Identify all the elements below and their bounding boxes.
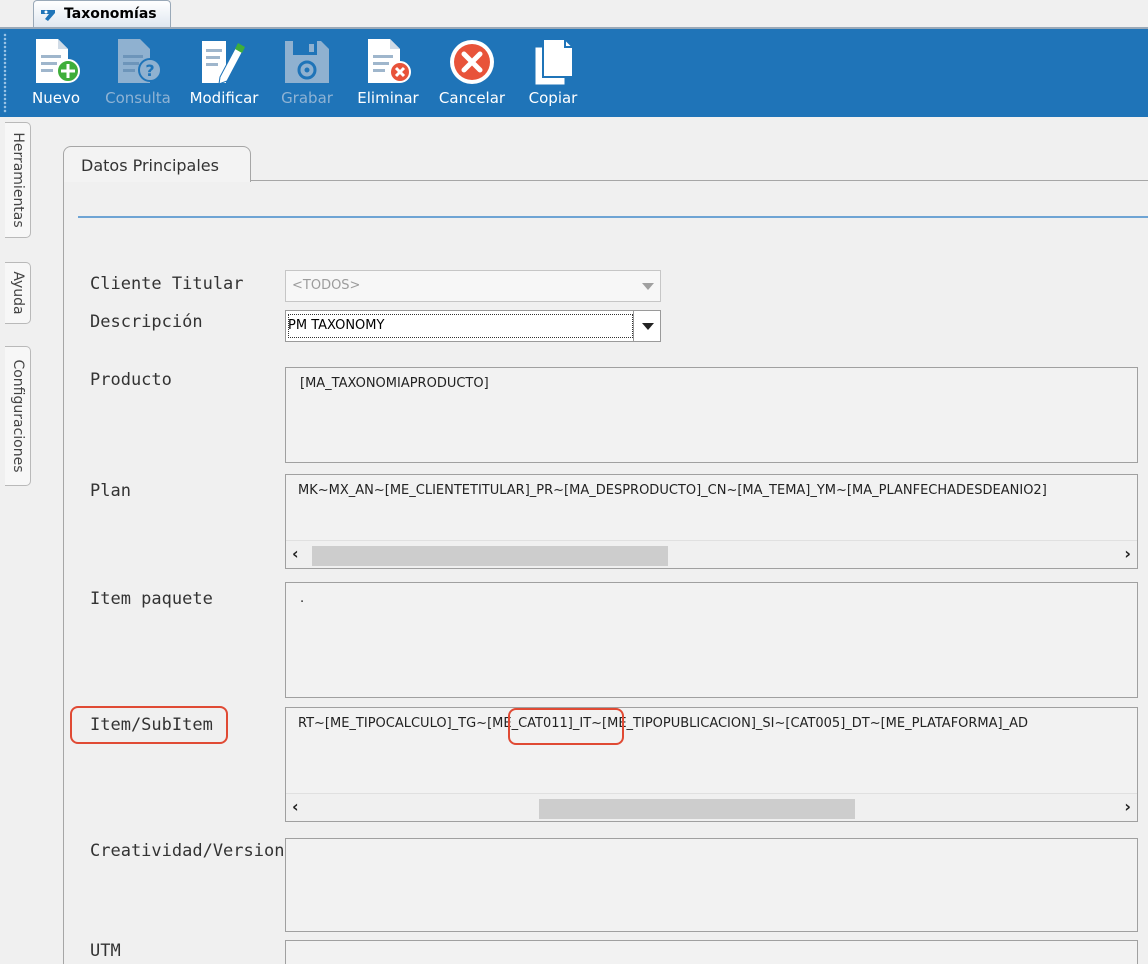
side-tab-settings-label: Configuraciones [9,359,26,473]
item-paquete-label: Item paquete [90,589,213,609]
plan-horizontal-scrollbar[interactable]: ‹ › [286,540,1137,568]
scroll-left-icon[interactable]: ‹ [292,797,299,816]
item-subitem-value: RT~[ME_TIPOCALCULO]_TG~[ME_CAT011]_IT~[M… [298,716,1028,731]
cancel-button[interactable]: Cancelar [435,29,509,117]
item-subitem-horizontal-scrollbar[interactable]: ‹ › [286,793,1137,821]
cliente-titular-dropdown-button[interactable] [634,271,660,301]
scroll-thumb[interactable] [312,546,668,566]
item-subitem-textarea[interactable]: RT~[ME_TIPOCALCULO]_TG~[ME_CAT011]_IT~[M… [285,707,1138,822]
new-button-label: Nuevo [31,89,80,107]
cliente-titular-label: Cliente Titular [90,274,244,294]
new-button[interactable]: Nuevo [27,29,85,117]
scroll-thumb[interactable] [539,799,855,819]
item-paquete-value: . [300,591,305,606]
side-tab-tools[interactable]: Herramientas [5,122,31,238]
query-document-icon: ? [118,39,162,83]
copy-icon [534,38,574,86]
item-subitem-label-highlight [70,706,228,744]
side-tab-help-label: Ayuda [9,271,26,315]
cliente-titular-value: <TODOS> [292,278,361,293]
chevron-down-icon [642,323,654,330]
scroll-right-icon[interactable]: › [1124,797,1131,816]
query-button-label: Consulta [105,89,171,107]
save-disk-icon [285,41,329,83]
plan-textarea[interactable]: MK~MX_AN~[ME_CLIENTETITULAR]_PR~[MA_DESP… [285,474,1138,569]
svg-text:?: ? [145,61,154,80]
plan-value: MK~MX_AN~[ME_CLIENTETITULAR]_PR~[MA_DESP… [298,483,1047,498]
descripcion-select[interactable]: PM TAXONOMY [285,310,661,342]
plan-label: Plan [90,481,131,501]
delete-button[interactable]: Eliminar [355,29,421,117]
modify-button-label: Modificar [189,89,259,107]
descripcion-dropdown-button[interactable] [633,311,660,341]
utm-textarea[interactable] [285,940,1138,964]
item-paquete-textarea[interactable]: . [285,582,1138,698]
item-subitem-value-part: _IT~[ME_TIPOPUBLICACION]_SI~[CAT005]_DT~… [572,716,1029,731]
modify-button[interactable]: Modificar [185,29,263,117]
delete-button-label: Eliminar [357,89,419,107]
cliente-titular-select[interactable]: <TODOS> [285,270,661,302]
edit-document-icon [202,41,246,85]
copy-button[interactable]: Copiar [523,29,583,117]
delete-document-icon [368,39,411,83]
tab-datos-principales[interactable]: Datos Principales [63,146,251,182]
producto-label: Producto [90,370,172,390]
toolbar: Nuevo ? Consulta Modificar Grabar Elimin… [0,29,1148,117]
descripcion-value: PM TAXONOMY [288,318,385,333]
query-button[interactable]: ? Consulta [101,29,175,117]
save-button[interactable]: Grabar [275,29,339,117]
side-tab-help[interactable]: Ayuda [5,262,31,324]
save-button-label: Grabar [281,89,333,107]
copy-button-label: Copiar [528,89,578,107]
creatividad-label: Creatividad/Version [90,841,285,861]
utm-label: UTM [90,941,121,961]
producto-value: [MA_TAXONOMIAPRODUCTO] [300,376,489,391]
side-tab-settings[interactable]: Configuraciones [5,346,31,486]
side-tab-tools-label: Herramientas [9,132,26,228]
item-subitem-value-part: RT~[ME_TIPOCALCULO]_TG~ [298,716,488,731]
toolbar-grip [3,33,7,113]
creatividad-textarea[interactable] [285,838,1138,932]
tab-datos-principales-label: Datos Principales [81,156,219,175]
scroll-right-icon[interactable]: › [1124,544,1131,563]
panel-separator [78,216,1148,218]
tab-join [64,180,250,182]
cat011-highlight [508,708,624,745]
descripcion-label: Descripción [90,312,203,332]
chevron-down-icon [642,283,654,290]
cancel-button-label: Cancelar [438,89,506,107]
window-tab-label: Taxonomías [64,6,157,22]
new-document-icon [36,39,80,83]
window-tab[interactable]: Taxonomías [33,0,171,28]
producto-textarea[interactable]: [MA_TAXONOMIAPRODUCTO] [285,367,1138,463]
scroll-left-icon[interactable]: ‹ [292,544,299,563]
taxonomy-app-icon [41,10,55,21]
cancel-icon [450,40,494,84]
